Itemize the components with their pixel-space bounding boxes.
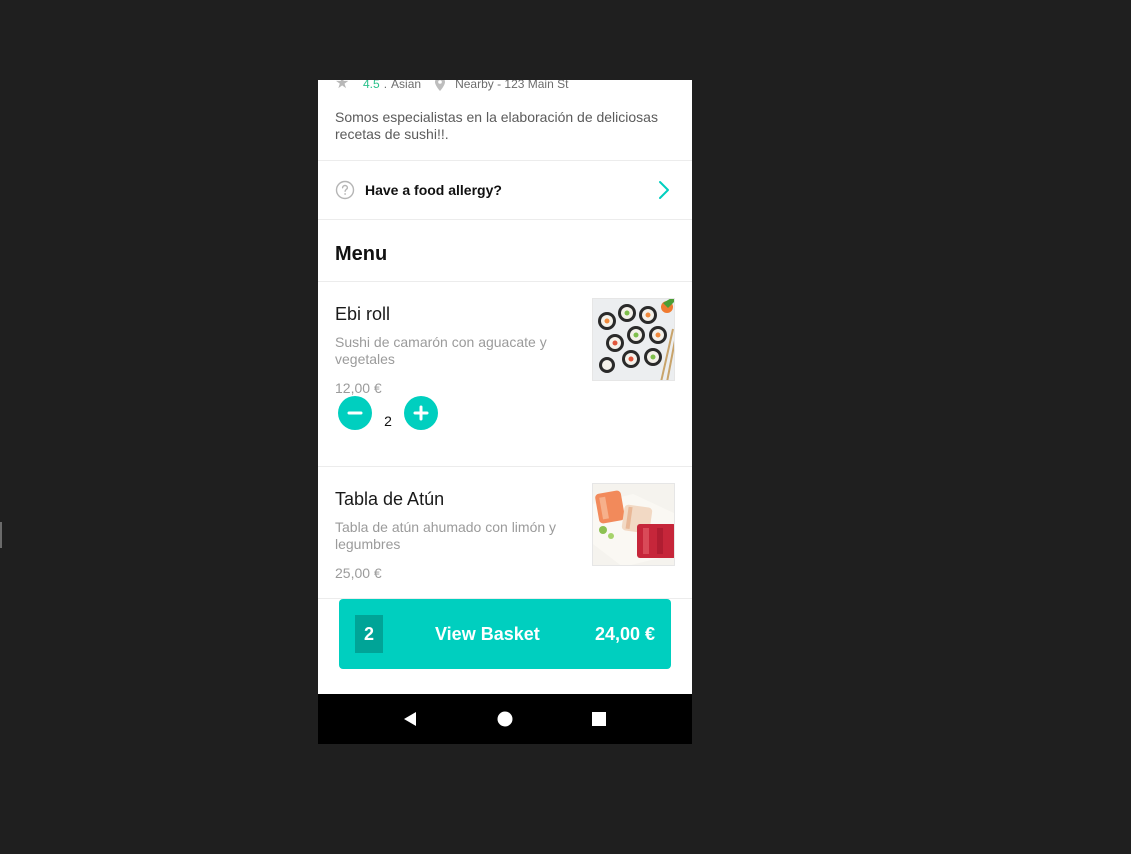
sushi-roll-image	[593, 299, 674, 380]
plus-icon	[413, 405, 429, 421]
menu-item-price: 12,00 €	[335, 380, 382, 396]
phone-screen: ★ 4.5 . Asian Nearby - 123 Main St Somos…	[318, 80, 692, 744]
menu-item-name: Ebi roll	[335, 304, 391, 324]
increase-quantity-button[interactable]	[404, 396, 438, 430]
menu-item-image	[592, 298, 675, 381]
rating-value: 4.5	[363, 80, 380, 91]
food-allergy-label: Have a food allergy?	[365, 182, 502, 198]
basket-count-badge: 2	[355, 615, 383, 653]
help-circle-icon	[335, 180, 355, 200]
restaurant-description: Somos especialistas en la elaboración de…	[335, 109, 658, 142]
view-basket-button[interactable]: 2 View Basket 24,00 €	[339, 599, 671, 669]
tuna-platter-image	[593, 484, 674, 565]
menu-item[interactable]: Tabla de Atún Tabla de atún ahumado con …	[318, 466, 692, 598]
circle-home-icon[interactable]	[497, 711, 513, 727]
minus-icon	[347, 411, 363, 415]
menu-item-name: Tabla de Atún	[335, 489, 445, 509]
rating-separator: .	[383, 80, 388, 91]
chevron-right-icon	[659, 181, 669, 199]
map-pin-icon	[435, 80, 446, 91]
basket-total: 24,00 €	[594, 624, 655, 644]
cuisine-label: Asian	[391, 80, 422, 91]
view-basket-label: View Basket	[435, 624, 540, 644]
restaurant-info-row: ★ 4.5 . Asian Nearby - 123 Main St	[335, 80, 569, 92]
menu-item-description: Tabla de atún ahumado con limón y legumb…	[335, 519, 557, 552]
android-navigation-bar	[318, 694, 692, 744]
triangle-back-icon[interactable]	[402, 711, 418, 727]
food-allergy-row[interactable]: Have a food allergy?	[318, 161, 692, 219]
menu-heading: Menu	[335, 243, 388, 265]
window-edge-marker	[0, 522, 2, 548]
square-recents-icon[interactable]	[591, 711, 607, 727]
menu-item-price: 25,00 €	[335, 565, 382, 581]
divider	[318, 219, 692, 220]
item-quantity: 2	[384, 413, 392, 429]
location-label: Nearby - 123 Main St	[455, 80, 569, 91]
decrease-quantity-button[interactable]	[338, 396, 372, 430]
menu-item[interactable]: Ebi roll Sushi de camarón con aguacate y…	[318, 281, 692, 466]
star-icon: ★	[335, 80, 350, 92]
menu-item-image	[592, 483, 675, 566]
menu-item-description: Sushi de camarón con aguacate y vegetale…	[335, 334, 547, 367]
